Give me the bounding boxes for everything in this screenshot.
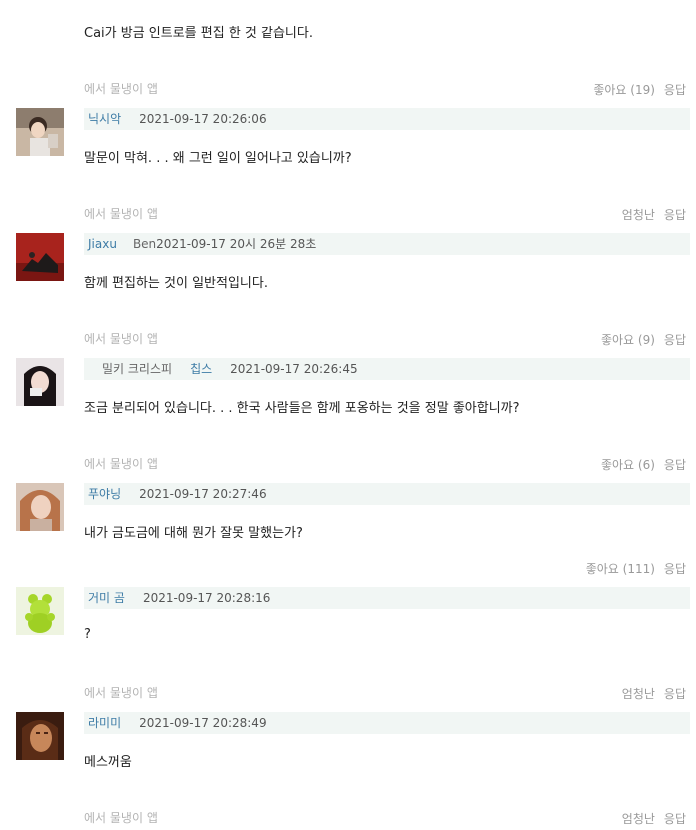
username-extra[interactable]: 칩스 — [190, 362, 212, 376]
timestamp: 2021-09-17 20시 26분 28초 — [156, 237, 317, 251]
comment-actions: 좋아요 (9) 응답 — [592, 331, 686, 348]
timestamp: 2021-09-17 20:26:45 — [230, 362, 358, 376]
comment-meta: 닉시악 2021-09-17 20:26:06 — [84, 108, 690, 130]
comment-meta: 거미 곰 2021-09-17 20:28:16 — [84, 587, 690, 609]
like-button[interactable]: 엄청난 — [622, 687, 655, 701]
reply-button[interactable]: 응답 — [664, 458, 686, 472]
username-link[interactable]: 라미미 — [88, 716, 121, 730]
timestamp: 2021-09-17 20:28:16 — [142, 591, 271, 605]
reply-button[interactable]: 응답 — [664, 208, 686, 222]
comment-source: 에서 물냉이 앱 — [84, 332, 158, 346]
username-link[interactable]: Jiaxu — [88, 237, 117, 251]
timestamp: 2021-09-17 20:28:49 — [139, 716, 267, 730]
like-button[interactable]: 엄청난 — [622, 208, 655, 222]
username-link[interactable]: 푸야닝 — [88, 487, 121, 501]
reply-button[interactable]: 응답 — [664, 812, 686, 826]
comment-body: 내가 금도금에 대해 뭔가 잘못 말했는가? — [84, 526, 303, 541]
timestamp: 2021-09-17 20:27:46 — [139, 487, 267, 501]
comment-meta: 라미미 2021-09-17 20:28:49 — [84, 712, 690, 734]
avatar[interactable] — [16, 358, 64, 406]
like-button[interactable]: 좋아요 (9) — [601, 333, 655, 347]
comment-actions: 좋아요 (111) 응답 — [577, 560, 686, 577]
username-link[interactable]: 닉시악 — [88, 112, 121, 126]
username-extra: Ben — [132, 237, 157, 251]
username-link[interactable]: 밀키 크리스피 — [102, 362, 172, 376]
comment-actions: 엄청난 응답 — [613, 810, 686, 827]
like-button[interactable]: 좋아요 (6) — [601, 458, 655, 472]
comment-meta: Jiaxu Ben2021-09-17 20시 26분 28초 — [84, 233, 690, 255]
comment-source: 에서 물냉이 앱 — [84, 686, 158, 700]
comment-source: 에서 물냉이 앱 — [84, 207, 158, 221]
avatar[interactable] — [16, 587, 64, 635]
reply-button[interactable]: 응답 — [664, 83, 686, 97]
comment-actions: 엄청난 응답 — [613, 685, 686, 702]
reply-button[interactable]: 응답 — [664, 562, 686, 576]
avatar[interactable] — [16, 233, 64, 281]
comment-body: 메스꺼움 — [84, 755, 132, 770]
comment-actions: 좋아요 (19) 응답 — [584, 81, 686, 98]
comment-body: ? — [84, 627, 91, 642]
comment-actions: 좋아요 (6) 응답 — [592, 456, 686, 473]
like-button[interactable]: 좋아요 (111) — [586, 562, 655, 576]
avatar[interactable] — [16, 483, 64, 531]
reply-button[interactable]: 응답 — [664, 333, 686, 347]
comment-source: 에서 물냉이 앱 — [84, 82, 158, 96]
intro-text: Cai가 방금 인트로를 편집 한 것 같습니다. — [84, 26, 313, 41]
like-button[interactable]: 엄청난 — [622, 812, 655, 826]
avatar[interactable] — [16, 712, 64, 760]
comment-actions: 엄청난 응답 — [613, 206, 686, 223]
comment-meta: 밀키 크리스피 칩스 2021-09-17 20:26:45 — [84, 358, 690, 380]
comment-body: 함께 편집하는 것이 일반적입니다. — [84, 276, 268, 291]
timestamp: 2021-09-17 20:26:06 — [139, 112, 267, 126]
avatar[interactable] — [16, 108, 64, 156]
reply-button[interactable]: 응답 — [664, 687, 686, 701]
comment-source: 에서 물냉이 앱 — [84, 457, 158, 471]
comment-source: 에서 물냉이 앱 — [84, 811, 158, 825]
like-button[interactable]: 좋아요 (19) — [593, 83, 655, 97]
comment-meta: 푸야닝 2021-09-17 20:27:46 — [84, 483, 690, 505]
username-link[interactable]: 거미 곰 — [88, 591, 125, 605]
comment-body: 말문이 막혀. . . 왜 그런 일이 일어나고 있습니까? — [84, 151, 352, 166]
comment-body: 조금 분리되어 있습니다. . . 한국 사람들은 함께 포옹하는 것을 정말 … — [84, 401, 520, 416]
